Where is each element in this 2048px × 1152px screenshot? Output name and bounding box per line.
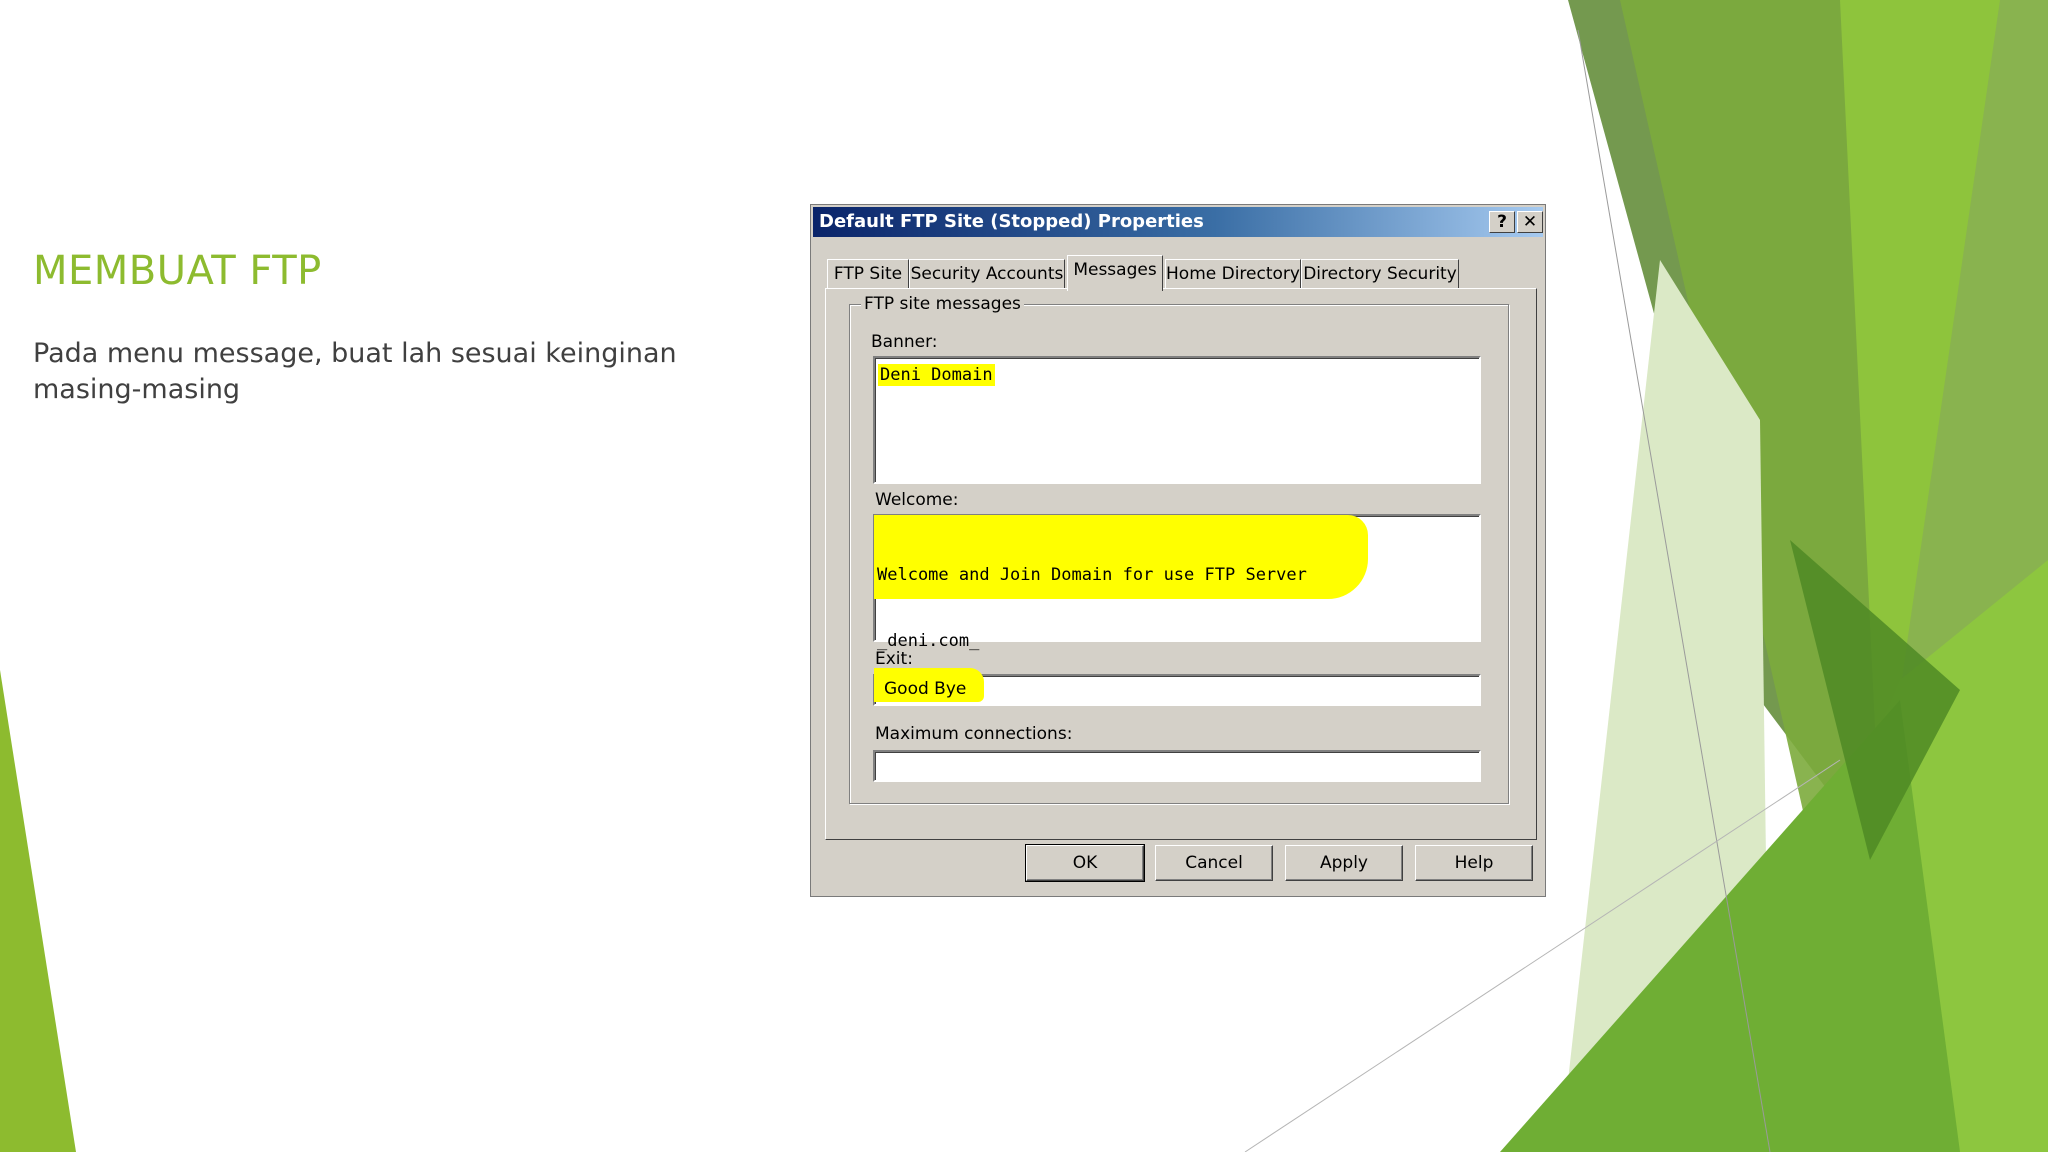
tab-ftp-site[interactable]: FTP Site bbox=[827, 259, 909, 289]
tab-home-directory[interactable]: Home Directory bbox=[1165, 259, 1301, 289]
ftp-properties-dialog: Default FTP Site (Stopped) Properties ? … bbox=[810, 204, 1546, 897]
slide-title: MEMBUAT FTP bbox=[33, 248, 322, 294]
welcome-textarea[interactable]: Welcome and Join Domain for use FTP Serv… bbox=[873, 514, 1481, 651]
dialog-title: Default FTP Site (Stopped) Properties bbox=[819, 211, 1204, 232]
left-green-sliver bbox=[0, 670, 76, 1152]
banner-textarea[interactable]: Deni Domain bbox=[873, 356, 1481, 484]
group-label: FTP site messages bbox=[861, 294, 1024, 314]
banner-value: Deni Domain bbox=[878, 364, 995, 386]
tab-messages[interactable]: Messages bbox=[1067, 255, 1163, 291]
ok-button[interactable]: OK bbox=[1025, 844, 1145, 882]
slide-body-text: Pada menu message, buat lah sesuai keing… bbox=[33, 338, 677, 405]
close-button[interactable]: ✕ bbox=[1517, 211, 1543, 233]
apply-button[interactable]: Apply bbox=[1285, 845, 1403, 881]
welcome-line-2: _deni.com_ bbox=[877, 631, 980, 651]
exit-value: Good Bye bbox=[884, 679, 967, 699]
help-button[interactable]: Help bbox=[1415, 845, 1533, 881]
welcome-label: Welcome: bbox=[875, 490, 959, 510]
tab-security-accounts[interactable]: Security Accounts bbox=[909, 259, 1065, 289]
exit-input[interactable]: Good Bye bbox=[873, 668, 1481, 706]
tab-directory-security[interactable]: Directory Security bbox=[1301, 259, 1459, 289]
exit-label: Exit: bbox=[875, 649, 913, 669]
banner-label: Banner: bbox=[871, 332, 938, 352]
max-connections-input[interactable] bbox=[873, 750, 1481, 782]
help-question-button[interactable]: ? bbox=[1489, 211, 1515, 233]
welcome-line-1: Welcome and Join Domain for use FTP Serv… bbox=[877, 565, 1307, 585]
max-connections-label: Maximum connections: bbox=[875, 724, 1073, 744]
cancel-button[interactable]: Cancel bbox=[1155, 845, 1273, 881]
dialog-titlebar[interactable]: Default FTP Site (Stopped) Properties ? … bbox=[813, 207, 1543, 237]
